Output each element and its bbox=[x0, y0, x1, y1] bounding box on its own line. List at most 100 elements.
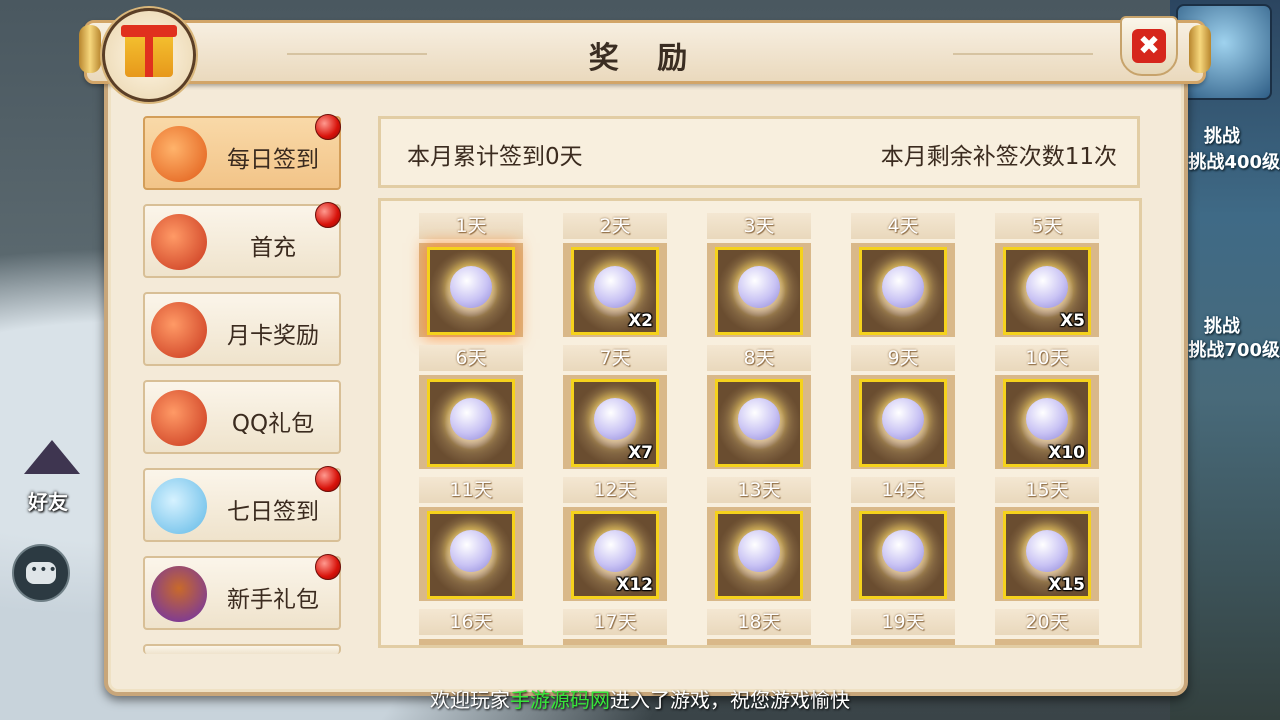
day-label: 16天 bbox=[419, 609, 523, 635]
reward-slot bbox=[851, 507, 955, 601]
reward-cell[interactable]: 8天 bbox=[707, 345, 811, 469]
reward-cell[interactable]: 7天 X7 bbox=[563, 345, 667, 469]
day-label: 13天 bbox=[707, 477, 811, 503]
reward-cell[interactable]: 14天 bbox=[851, 477, 955, 601]
moon-orb-icon bbox=[715, 379, 803, 467]
quantity-label: X10 bbox=[1048, 443, 1085, 463]
page-title: 奖 励 bbox=[588, 41, 702, 76]
reward-cell[interactable]: 9天 bbox=[851, 345, 955, 469]
tab-label: QQ礼包 bbox=[231, 411, 315, 437]
reward-slot: X2 bbox=[563, 243, 667, 337]
day-label: 1天 bbox=[419, 213, 523, 239]
day-label: 18天 bbox=[707, 609, 811, 635]
reward-cell[interactable]: 4天 bbox=[851, 213, 955, 337]
day-label: 5天 bbox=[995, 213, 1099, 239]
marquee-prefix: 欢迎玩家 bbox=[430, 688, 510, 712]
tab-next-partial[interactable] bbox=[143, 644, 341, 654]
reward-cell[interactable]: 6天 bbox=[419, 345, 523, 469]
tab-newbie-gift[interactable]: 新手礼包 bbox=[143, 554, 341, 630]
panel-header: 奖 励 bbox=[79, 20, 1211, 84]
day-label: 15天 bbox=[995, 477, 1099, 503]
reward-cell[interactable]: 10天 X10 bbox=[995, 345, 1099, 469]
moon-orb-icon bbox=[859, 511, 947, 599]
quantity-label: X7 bbox=[628, 443, 653, 463]
reward-cell[interactable]: 16天 bbox=[419, 609, 523, 645]
reward-cell[interactable]: 1天 bbox=[419, 213, 523, 337]
day-label: 3天 bbox=[707, 213, 811, 239]
marquee-suffix: 进入了游戏，祝您游戏愉快 bbox=[610, 688, 850, 712]
signed-days-text: 本月累计签到0天 bbox=[407, 144, 583, 170]
reward-cell[interactable]: 3天 bbox=[707, 213, 811, 337]
gift-box-icon bbox=[121, 25, 177, 77]
close-button[interactable]: ✖ bbox=[1120, 16, 1178, 76]
tab-seven-day-signin[interactable]: 七日签到 bbox=[143, 466, 341, 542]
day-label: 8天 bbox=[707, 345, 811, 371]
red-dot-badge bbox=[315, 202, 341, 228]
day-label: 20天 bbox=[995, 609, 1099, 635]
reward-slot bbox=[419, 507, 523, 601]
reward-slot bbox=[563, 639, 667, 645]
reward-cell[interactable]: 5天 X5 bbox=[995, 213, 1099, 337]
reward-slot bbox=[851, 639, 955, 645]
moon-orb-icon bbox=[859, 247, 947, 335]
moon-orb-icon bbox=[715, 511, 803, 599]
reward-slot bbox=[851, 243, 955, 337]
challenge-label-1: 挑战 bbox=[1204, 126, 1240, 147]
reward-cell[interactable]: 15天 X15 bbox=[995, 477, 1099, 601]
quantity-label: X12 bbox=[616, 575, 653, 595]
money-bag-icon bbox=[151, 302, 207, 358]
reward-slot: X7 bbox=[563, 375, 667, 469]
signin-info-bar: 本月累计签到0天 本月剩余补签次数11次 bbox=[378, 116, 1140, 188]
day-label: 10天 bbox=[995, 345, 1099, 371]
system-marquee: 欢迎玩家手游源码网进入了游戏，祝您游戏愉快 bbox=[0, 684, 1280, 713]
reward-slot: X5 bbox=[995, 243, 1099, 337]
day-label: 4天 bbox=[851, 213, 955, 239]
straw-hat-icon bbox=[24, 440, 80, 474]
moon-orb-icon bbox=[715, 247, 803, 335]
reward-slot bbox=[707, 243, 811, 337]
tab-label: 首充 bbox=[250, 235, 296, 261]
day-label: 14天 bbox=[851, 477, 955, 503]
tab-first-recharge[interactable]: 首充 bbox=[143, 202, 341, 278]
moon-orb-icon bbox=[427, 511, 515, 599]
tab-daily-signin[interactable]: 每日签到 bbox=[143, 114, 341, 190]
day-label: 6天 bbox=[419, 345, 523, 371]
reward-slot: X12 bbox=[563, 507, 667, 601]
friends-button[interactable]: 好友 bbox=[14, 440, 86, 520]
makeup-count-text: 本月剩余补签次数11次 bbox=[880, 144, 1117, 170]
tab-qq-gift[interactable]: QQ礼包 bbox=[143, 380, 341, 454]
reward-cell[interactable]: 12天 X12 bbox=[563, 477, 667, 601]
day-label: 9天 bbox=[851, 345, 955, 371]
reward-cell[interactable]: 17天 bbox=[563, 609, 667, 645]
reward-slot bbox=[419, 243, 523, 337]
tab-monthly-card[interactable]: 月卡奖励 bbox=[143, 292, 341, 366]
challenge-sub-2: 挑战700级 bbox=[1188, 340, 1280, 361]
reward-slot bbox=[707, 507, 811, 601]
moon-orb-icon bbox=[427, 247, 515, 335]
reward-slot: X10 bbox=[995, 375, 1099, 469]
reward-cell[interactable]: 13天 bbox=[707, 477, 811, 601]
tab-label: 七日签到 bbox=[227, 499, 319, 525]
reward-cell[interactable]: 19天 bbox=[851, 609, 955, 645]
reward-grid: 1天 2天 X2 3天 4天 5天 X5 6天 7天 X7 8天 9天 10天 … bbox=[378, 198, 1142, 648]
reward-cell[interactable]: 20天 bbox=[995, 609, 1099, 645]
money-bag-icon bbox=[151, 390, 207, 446]
red-dot-badge bbox=[315, 114, 341, 140]
gift-badge bbox=[102, 8, 196, 102]
money-bag-icon bbox=[151, 214, 207, 270]
day-label: 19天 bbox=[851, 609, 955, 635]
day-label: 17天 bbox=[563, 609, 667, 635]
tab-label: 月卡奖励 bbox=[227, 323, 319, 349]
reward-cell[interactable]: 18天 bbox=[707, 609, 811, 645]
reward-cell[interactable]: 11天 bbox=[419, 477, 523, 601]
chat-button[interactable] bbox=[12, 544, 70, 602]
lantern-icon bbox=[151, 126, 207, 182]
blue-bag-icon bbox=[151, 478, 207, 534]
reward-slot bbox=[851, 375, 955, 469]
reward-slot bbox=[707, 375, 811, 469]
chat-bubble-icon bbox=[26, 562, 58, 584]
reward-slot bbox=[419, 375, 523, 469]
reward-cell[interactable]: 2天 X2 bbox=[563, 213, 667, 337]
tab-label: 新手礼包 bbox=[227, 587, 319, 613]
day-label: 11天 bbox=[419, 477, 523, 503]
